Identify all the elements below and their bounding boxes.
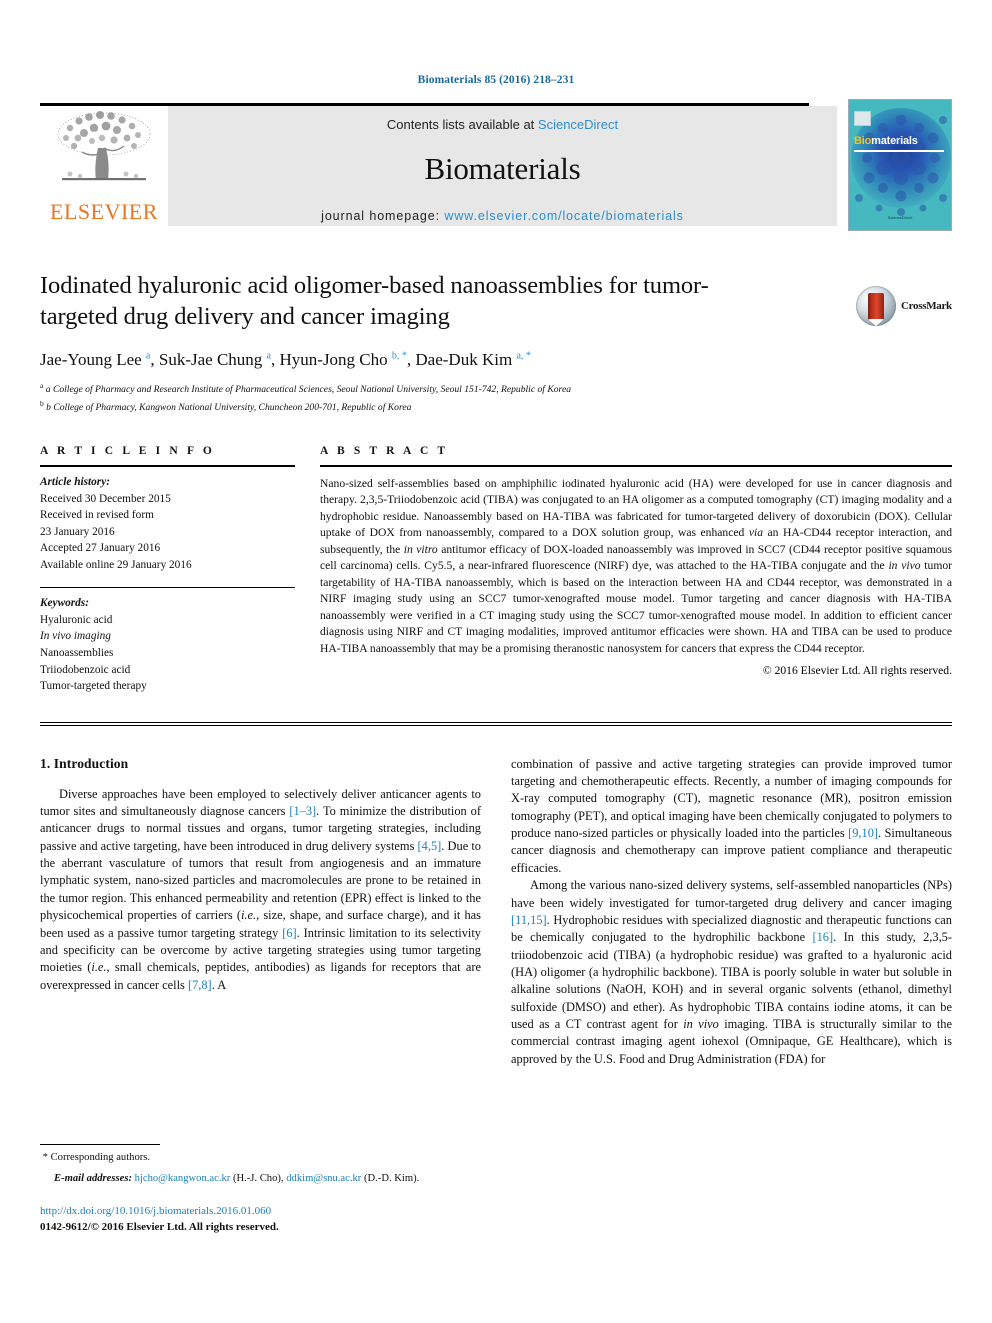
journal-title: Biomaterials [424, 151, 581, 186]
history-item: Received in revised form [40, 509, 154, 522]
running-head: Biomaterials 85 (2016) 218–231 [417, 74, 575, 86]
affiliation-line-b: b b College of Pharmacy, Kangwon Nationa… [40, 398, 952, 415]
contents-prefix-text: Contents lists available at [386, 117, 538, 132]
cover-title-materials: materials [871, 135, 918, 147]
journal-cover-thumbnail: Biomaterials ScienceDirect [848, 99, 952, 231]
history-item: Accepted 27 January 2016 [40, 542, 161, 555]
affiliation-line-a: a a College of Pharmacy and Research Ins… [40, 380, 952, 397]
journal-homepage-link[interactable]: www.elsevier.com/locate/biomaterials [444, 209, 683, 223]
affil-text-a: a College of Pharmacy and Research Insti… [45, 384, 571, 395]
email-addresses-note: E-mail addresses: hjcho@kangwon.ac.kr (H… [40, 1171, 481, 1186]
history-item: Received 30 December 2015 [40, 492, 171, 505]
section-divider-rule [40, 721, 952, 726]
email-link-2[interactable]: ddkim@snu.ac.kr [286, 1173, 361, 1184]
title-block: Iodinated hyaluronic acid oligomer-based… [40, 270, 952, 415]
column-gap [295, 445, 320, 694]
crossmark-icon [856, 286, 896, 326]
intro-paragraph-right-1: combination of passive and active target… [511, 756, 953, 875]
article-history-block: Article history: Received 30 December 20… [40, 474, 295, 574]
body-right-column: combination of passive and active target… [511, 756, 952, 1068]
elsevier-tree-icon [57, 111, 151, 181]
keyword-item: Triiodobenzoic acid [40, 663, 131, 676]
info-abstract-region: A R T I C L E I N F O Article history: R… [40, 445, 952, 694]
crossmark-badge[interactable]: CrossMark [856, 282, 952, 330]
article-info-column: A R T I C L E I N F O Article history: R… [40, 445, 295, 694]
abstract-text: Nano-sized self-assemblies based on amph… [320, 476, 953, 655]
cover-title-underline [854, 150, 944, 152]
article-info-rule [40, 465, 295, 467]
intro-paragraph-left: Diverse approaches have been employed to… [40, 786, 481, 992]
email-name-1: (H.-J. Cho), [232, 1172, 284, 1184]
corresponding-author-text: * Corresponding authors. [42, 1152, 151, 1164]
article-page: Biomaterials 85 (2016) 218–231 ELSEVIER … [0, 0, 992, 1323]
keywords-label: Keywords: [40, 597, 89, 610]
footnote-block: * Corresponding authors. E-mail addresse… [40, 1144, 481, 1236]
elsevier-wordmark: ELSEVIER [50, 199, 158, 224]
article-info-heading: A R T I C L E I N F O [40, 445, 215, 458]
intro-paragraph-right-2: Among the various nano-sized delivery sy… [511, 878, 953, 1066]
cover-publisher-badge [854, 111, 871, 126]
abstract-heading: A B S T R A C T [320, 445, 449, 458]
keywords-block: Keywords: Hyaluronic acid In vivo imagin… [40, 595, 295, 695]
page-title: Iodinated hyaluronic acid oligomer-based… [40, 272, 709, 331]
cover-footer-text: ScienceDirect [887, 215, 913, 220]
doi-link[interactable]: http://dx.doi.org/10.1016/j.biomaterials… [40, 1204, 481, 1220]
journal-masthead: ELSEVIER Contents lists available at Sci… [40, 99, 952, 231]
history-item: Available online 29 January 2016 [40, 558, 192, 571]
section-heading-introduction: 1. Introduction [40, 755, 129, 771]
corresponding-author-note: * Corresponding authors. [40, 1150, 481, 1165]
body-two-column: 1. Introduction Diverse approaches have … [40, 756, 952, 1068]
email-label: E-mail addresses: [54, 1172, 132, 1184]
affil-marker-b: b [40, 399, 44, 409]
keywords-rule [40, 586, 295, 589]
body-left-column: 1. Introduction Diverse approaches have … [40, 756, 481, 1068]
affil-marker-a: a [40, 380, 44, 390]
abstract-column: A B S T R A C T Nano-sized self-assembli… [320, 445, 952, 694]
elsevier-logo: ELSEVIER [40, 106, 168, 226]
sciencedirect-link[interactable]: ScienceDirect [538, 117, 618, 132]
contents-lists-line: Contents lists available at ScienceDirec… [168, 117, 837, 132]
crossmark-label: CrossMark [901, 300, 952, 312]
cover-journal-title: Biomaterials [854, 135, 918, 147]
abstract-copyright: © 2016 Elsevier Ltd. All rights reserved… [762, 663, 952, 677]
keyword-item: Hyaluronic acid [40, 613, 113, 626]
issn-copyright-line: 0142-9612/© 2016 Elsevier Ltd. All right… [40, 1220, 279, 1233]
abstract-rule [320, 465, 952, 467]
homepage-prefix-text: journal homepage: [321, 209, 445, 223]
contents-banner: Contents lists available at ScienceDirec… [168, 106, 837, 226]
article-history-label: Article history: [40, 475, 110, 488]
author-list: Jae-Young Lee a, Suk-Jae Chung a, Hyun-J… [40, 349, 531, 369]
history-item: 23 January 2016 [40, 525, 115, 538]
keyword-item: Tumor-targeted therapy [40, 680, 147, 693]
journal-homepage-line: journal homepage: www.elsevier.com/locat… [168, 209, 837, 223]
doi-block: http://dx.doi.org/10.1016/j.biomaterials… [40, 1204, 481, 1236]
keyword-item: In vivo imaging [40, 630, 111, 643]
footnote-rule [40, 1144, 160, 1146]
crossmark-book-shape [868, 292, 884, 326]
cover-title-bio: Bio [854, 135, 872, 147]
email-name-2: (D.-D. Kim). [363, 1172, 420, 1184]
keyword-item: Nanoassemblies [40, 646, 114, 659]
affil-text-b: b College of Pharmacy, Kangwon National … [46, 402, 412, 414]
email-link-1[interactable]: hjcho@kangwon.ac.kr [135, 1173, 231, 1184]
